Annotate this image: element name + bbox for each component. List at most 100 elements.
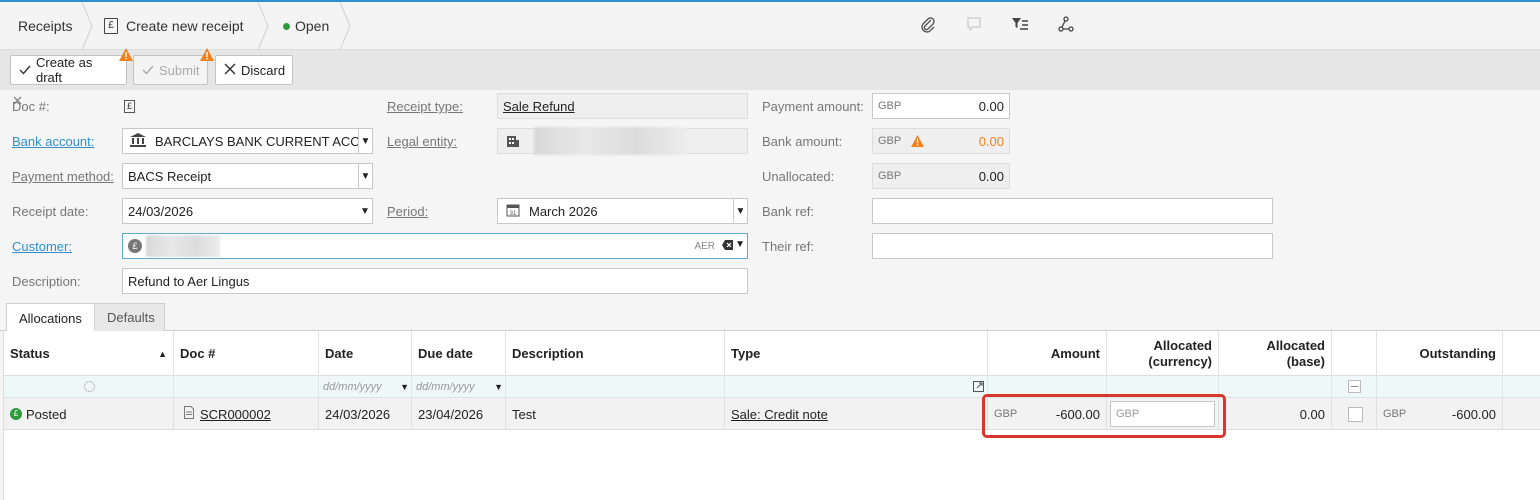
customer-code: AER [694, 240, 715, 252]
bank-ref-input[interactable] [872, 198, 1273, 224]
chevron-down-icon[interactable]: ▼ [494, 382, 503, 392]
breadcrumb-receipts[interactable]: Receipts [18, 2, 72, 50]
col-header-description[interactable]: Description [506, 331, 725, 376]
chevron-down-icon[interactable]: ▼ [358, 199, 372, 223]
col-header-allocated-base[interactable]: Allocated (base) [1219, 331, 1332, 376]
filter-list-icon[interactable] [1010, 16, 1030, 36]
col-header-date[interactable]: Date [319, 331, 412, 376]
col-header-type[interactable]: Type [725, 331, 988, 376]
col-header-select [1332, 331, 1377, 376]
cell-date: 24/03/2026 [319, 398, 412, 430]
paperclip-icon[interactable] [918, 16, 938, 36]
breadcrumb-separator-icon [257, 2, 269, 50]
period-label: Period: [387, 204, 429, 219]
breadcrumb-create-receipt-label: Create new receipt [126, 18, 244, 34]
cell-doc-no-link[interactable]: SCR000002 [200, 407, 271, 422]
payment-amount-input[interactable]: GBP 0.00 [872, 93, 1010, 119]
tab-bar: Allocations Defaults [0, 303, 1540, 332]
col-header-amount-label: Amount [1050, 346, 1100, 361]
period-select[interactable]: 31 March 2026 ▼ [497, 198, 748, 224]
cell-description: Test [506, 398, 725, 430]
cell-doc-no[interactable]: SCR000002 [174, 398, 319, 430]
indeterminate-checkbox-icon[interactable] [1348, 380, 1361, 393]
col-header-due-date[interactable]: Due date [412, 331, 506, 376]
filter-type[interactable] [725, 376, 988, 398]
their-ref-label: Their ref: [762, 239, 815, 254]
receipt-doc-icon: £ [104, 18, 118, 34]
cell-allocated-base: 0.00 [1219, 398, 1332, 430]
receipt-doc-icon: £ [124, 100, 135, 113]
receipt-form: Doc #: £ Bank account: BARCLAYS BANK CUR… [0, 90, 1540, 304]
col-header-doc-no[interactable]: Doc # [174, 331, 319, 376]
col-header-description-label: Description [512, 346, 584, 361]
cell-type-link[interactable]: Sale: Credit note [731, 407, 828, 422]
legal-entity-label: Legal entity: [387, 134, 458, 149]
tab-allocations[interactable]: Allocations [6, 303, 95, 332]
table-row[interactable]: £ Posted SCR000002 24/03/2026 23/04/2026… [4, 398, 1540, 430]
col-header-allocated-currency-line1: Allocated [1153, 337, 1212, 353]
bank-amount-currency: GBP [878, 135, 902, 147]
chevron-down-icon[interactable]: ▼ [358, 129, 372, 153]
tab-defaults[interactable]: Defaults [94, 303, 165, 331]
cell-type[interactable]: Sale: Credit note [725, 398, 988, 430]
loading-spinner-icon [84, 381, 95, 392]
tab-defaults-label: Defaults [107, 310, 155, 325]
grid-filter-row: dd/mm/yyyy ▼ dd/mm/yyyy ▼ [4, 376, 1540, 398]
bank-account-value: BARCLAYS BANK CURRENT ACCOUNT [155, 133, 360, 149]
warning-icon [119, 48, 133, 61]
bank-account-label[interactable]: Bank account: [12, 130, 94, 154]
col-header-allocated-currency[interactable]: Allocated (currency) [1107, 331, 1219, 376]
chevron-down-icon[interactable]: ▼ [733, 199, 747, 223]
filter-date[interactable]: dd/mm/yyyy ▼ [319, 376, 412, 398]
bank-account-select[interactable]: BARCLAYS BANK CURRENT ACCOUNT ▼ [122, 128, 373, 154]
description-input[interactable]: Refund to Aer Lingus [122, 268, 748, 294]
document-icon [184, 406, 194, 422]
discard-button[interactable]: Discard [215, 55, 293, 85]
legal-entity-redacted [534, 127, 686, 155]
receipt-type-value: Sale Refund [503, 98, 575, 114]
description-label: Description: [12, 274, 81, 289]
submit-button[interactable]: Submit [133, 48, 214, 85]
cell-select [1332, 398, 1377, 430]
filter-doc-no[interactable] [174, 376, 319, 398]
col-header-status[interactable]: Status ▲ [4, 331, 174, 376]
create-as-draft-label: Create as draft [36, 55, 93, 85]
filter-due-date[interactable]: dd/mm/yyyy ▼ [412, 376, 506, 398]
clear-icon[interactable] [722, 239, 734, 254]
filter-status[interactable] [4, 376, 174, 398]
col-header-amount[interactable]: Amount [988, 331, 1107, 376]
cell-status: £ Posted [4, 398, 174, 430]
filter-outstanding[interactable] [1377, 376, 1503, 398]
col-header-allocated-base-line1: Allocated [1266, 337, 1325, 353]
filter-description[interactable] [506, 376, 725, 398]
open-external-icon[interactable] [973, 381, 984, 395]
payment-amount-currency: GBP [878, 100, 902, 112]
customer-field[interactable]: £ AER ▼ [122, 233, 748, 259]
their-ref-input[interactable] [872, 233, 1273, 259]
comment-icon[interactable] [964, 16, 984, 36]
close-icon [224, 63, 236, 78]
receipt-date-field[interactable]: 24/03/2026 ▼ [122, 198, 373, 224]
building-icon [506, 133, 520, 150]
filter-allocated-base[interactable] [1219, 376, 1332, 398]
create-as-draft-button[interactable]: Create as draft [10, 48, 133, 85]
payment-method-value: BACS Receipt [128, 168, 212, 184]
unallocated-label: Unallocated: [762, 169, 835, 184]
unallocated-field: GBP 0.00 [872, 163, 1010, 189]
payment-method-select[interactable]: BACS Receipt ▼ [122, 163, 373, 189]
calendar-icon: 31 [506, 203, 520, 220]
breadcrumb-create-receipt[interactable]: £ Create new receipt [104, 2, 244, 50]
col-header-outstanding[interactable]: Outstanding [1377, 331, 1503, 376]
unallocated-currency: GBP [878, 170, 902, 182]
row-checkbox[interactable] [1348, 406, 1363, 422]
bank-ref-label: Bank ref: [762, 204, 815, 219]
share-icon[interactable] [1056, 16, 1076, 36]
customer-label[interactable]: Customer: [12, 235, 72, 259]
filter-select-all[interactable] [1332, 376, 1377, 398]
chevron-down-icon[interactable]: ▼ [400, 382, 409, 392]
col-header-outstanding-label: Outstanding [1419, 346, 1496, 361]
col-header-allocated-base-line2: (base) [1286, 353, 1325, 369]
bank-icon [130, 132, 146, 150]
chevron-down-icon[interactable]: ▼ [735, 239, 745, 250]
chevron-down-icon[interactable]: ▼ [358, 164, 372, 188]
